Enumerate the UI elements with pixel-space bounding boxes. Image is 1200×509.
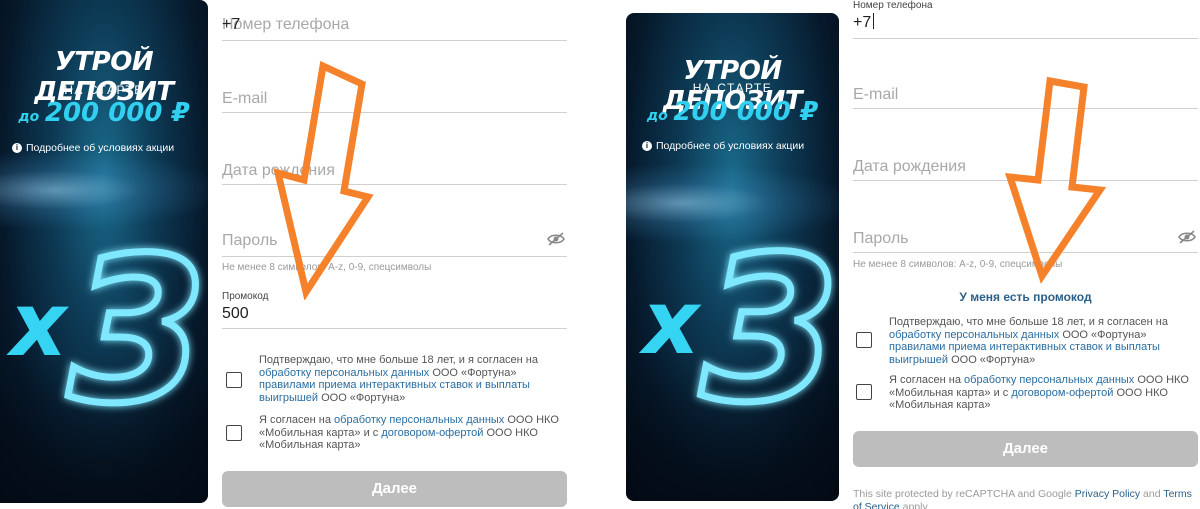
email-placeholder: E-mail xyxy=(853,86,899,103)
birthdate-placeholder: Дата рождения xyxy=(222,162,335,179)
phone-value-wrap: +7 xyxy=(853,13,875,32)
next-button[interactable]: Далее xyxy=(853,431,1198,467)
promo-label: Промокод xyxy=(222,291,269,302)
x3-graphic: x 3 xyxy=(6,212,208,431)
info-icon: i xyxy=(12,143,22,153)
password-field[interactable]: Пароль xyxy=(853,210,1198,253)
consent-text-2: Я согласен на обработку персональных дан… xyxy=(889,374,1198,412)
personal-data-link-2[interactable]: обработку персональных данных xyxy=(964,374,1134,386)
banner-subtitle: НА СТАРТЕ xyxy=(692,81,773,95)
banner-amount-prefix: до xyxy=(18,109,40,125)
next-button[interactable]: Далее xyxy=(222,471,567,507)
birthdate-placeholder: Дата рождения xyxy=(853,158,966,175)
consent-row-2: Я согласен на обработку персональных дан… xyxy=(222,414,567,452)
consent-1-text-b: ООО «Фортуна» xyxy=(1059,328,1147,341)
consent-row-1: Подтверждаю, что мне больше 18 лет, и я … xyxy=(853,316,1198,366)
offer-agreement-link[interactable]: договором-офертой xyxy=(1011,387,1113,399)
personal-data-link[interactable]: обработку персональных данных xyxy=(259,367,429,379)
eye-off-icon[interactable] xyxy=(547,232,565,246)
banner-terms-label: Подробнее об условиях акции xyxy=(26,142,175,154)
recaptcha-text-c: apply xyxy=(899,501,928,509)
consent-1-text-b: ООО «Фортуна» xyxy=(429,366,517,379)
banner-subtitle: НА СТАРТЕ xyxy=(64,83,144,97)
offer-agreement-link[interactable]: договором-офертой xyxy=(381,427,483,439)
consent-text-1: Подтверждаю, что мне больше 18 лет, и я … xyxy=(259,354,567,404)
personal-data-link-2[interactable]: обработку персональных данных xyxy=(334,414,504,426)
banner-amount-prefix: до xyxy=(646,108,668,124)
promo-banner[interactable]: УТРОЙ ДЕПОЗИТ НА СТАРТЕ до 200 000 ₽ i П… xyxy=(0,0,208,503)
birthdate-field[interactable]: Дата рождения xyxy=(222,142,567,185)
right-registration-panel: УТРОЙ ДЕПОЗИТ НА СТАРТЕ до 200 000 ₽ i П… xyxy=(600,0,1200,509)
promo-value: 500 xyxy=(222,305,249,322)
consent-1-text-a: Подтверждаю, что мне больше 18 лет, и я … xyxy=(259,354,539,366)
email-placeholder: E-mail xyxy=(222,90,268,107)
phone-value: +7 xyxy=(853,14,872,31)
phone-field[interactable]: Номер телефона +7 xyxy=(222,0,567,41)
banner-amount-value: 200 000 ₽ xyxy=(673,97,819,127)
recaptcha-text-b: and xyxy=(1140,488,1164,500)
consent-1-text-c: ООО «Фортуна» xyxy=(948,353,1036,366)
birthdate-field[interactable]: Дата рождения xyxy=(853,138,1198,181)
consent-1-text-a: Подтверждаю, что мне больше 18 лет, и я … xyxy=(889,316,1169,328)
have-promo-code-link[interactable]: У меня есть промокод xyxy=(853,290,1198,304)
privacy-policy-link[interactable]: Privacy Policy xyxy=(1075,488,1140,500)
recaptcha-notice: This site protected by reCAPTCHA and Goo… xyxy=(853,488,1198,509)
x3-graphic: x 3 xyxy=(639,213,840,433)
banner-amount: до 200 000 ₽ xyxy=(626,97,839,127)
email-field[interactable]: E-mail xyxy=(853,66,1198,109)
promo-field[interactable]: Промокод 500 xyxy=(222,286,567,329)
consent-2-text-a: Я согласен на xyxy=(889,374,965,386)
consent-checkbox-2[interactable] xyxy=(856,384,872,400)
consent-checkbox-2[interactable] xyxy=(226,425,242,441)
banner-amount: до 200 000 ₽ xyxy=(0,98,208,128)
promo-banner[interactable]: УТРОЙ ДЕПОЗИТ НА СТАРТЕ до 200 000 ₽ i П… xyxy=(626,13,839,501)
recaptcha-text-a: This site protected by reCAPTCHA and Goo… xyxy=(853,488,1075,500)
banner-terms-label: Подробнее об условиях акции xyxy=(656,140,805,152)
phone-label: Номер телефона xyxy=(853,0,933,11)
phone-value: +7 xyxy=(222,16,241,33)
consent-row-2: Я согласен на обработку персональных дан… xyxy=(853,374,1198,412)
left-registration-panel: УТРОЙ ДЕПОЗИТ НА СТАРТЕ до 200 000 ₽ i П… xyxy=(0,0,600,509)
email-field[interactable]: E-mail xyxy=(222,70,567,113)
info-icon: i xyxy=(642,141,652,151)
password-hint: Не менее 8 символов: A-z, 0-9, спецсимво… xyxy=(853,259,1063,270)
consent-text-1: Подтверждаю, что мне больше 18 лет, и я … xyxy=(889,316,1198,366)
x3-letter-x: x xyxy=(639,271,703,374)
consent-checkbox-1[interactable] xyxy=(226,372,242,388)
phone-field[interactable]: Номер телефона +7 xyxy=(853,0,1198,39)
password-placeholder: Пароль xyxy=(222,232,278,249)
banner-terms-link[interactable]: i Подробнее об условиях акции xyxy=(12,142,174,154)
phone-placeholder: Номер телефона xyxy=(222,16,350,33)
eye-off-icon[interactable] xyxy=(1178,230,1196,244)
personal-data-link[interactable]: обработку персональных данных xyxy=(889,329,1059,341)
text-cursor xyxy=(873,13,875,29)
banner-terms-link[interactable]: i Подробнее об условиях акции xyxy=(642,140,804,152)
consent-text-2: Я согласен на обработку персональных дан… xyxy=(259,414,567,452)
consent-2-text-a: Я согласен на xyxy=(259,414,335,426)
x3-number-3: 3 xyxy=(68,215,207,430)
password-placeholder: Пароль xyxy=(853,230,909,247)
banner-amount-value: 200 000 ₽ xyxy=(44,98,190,128)
password-hint: Не менее 8 символов: A-z, 0-9, спецсимво… xyxy=(222,262,432,273)
x3-number-3: 3 xyxy=(701,214,840,433)
x3-letter-x: x xyxy=(6,273,70,376)
password-field[interactable]: Пароль xyxy=(222,214,567,257)
consent-1-text-c: ООО «Фортуна» xyxy=(318,391,406,404)
consent-row-1: Подтверждаю, что мне больше 18 лет, и я … xyxy=(222,354,567,404)
consent-checkbox-1[interactable] xyxy=(856,332,872,348)
